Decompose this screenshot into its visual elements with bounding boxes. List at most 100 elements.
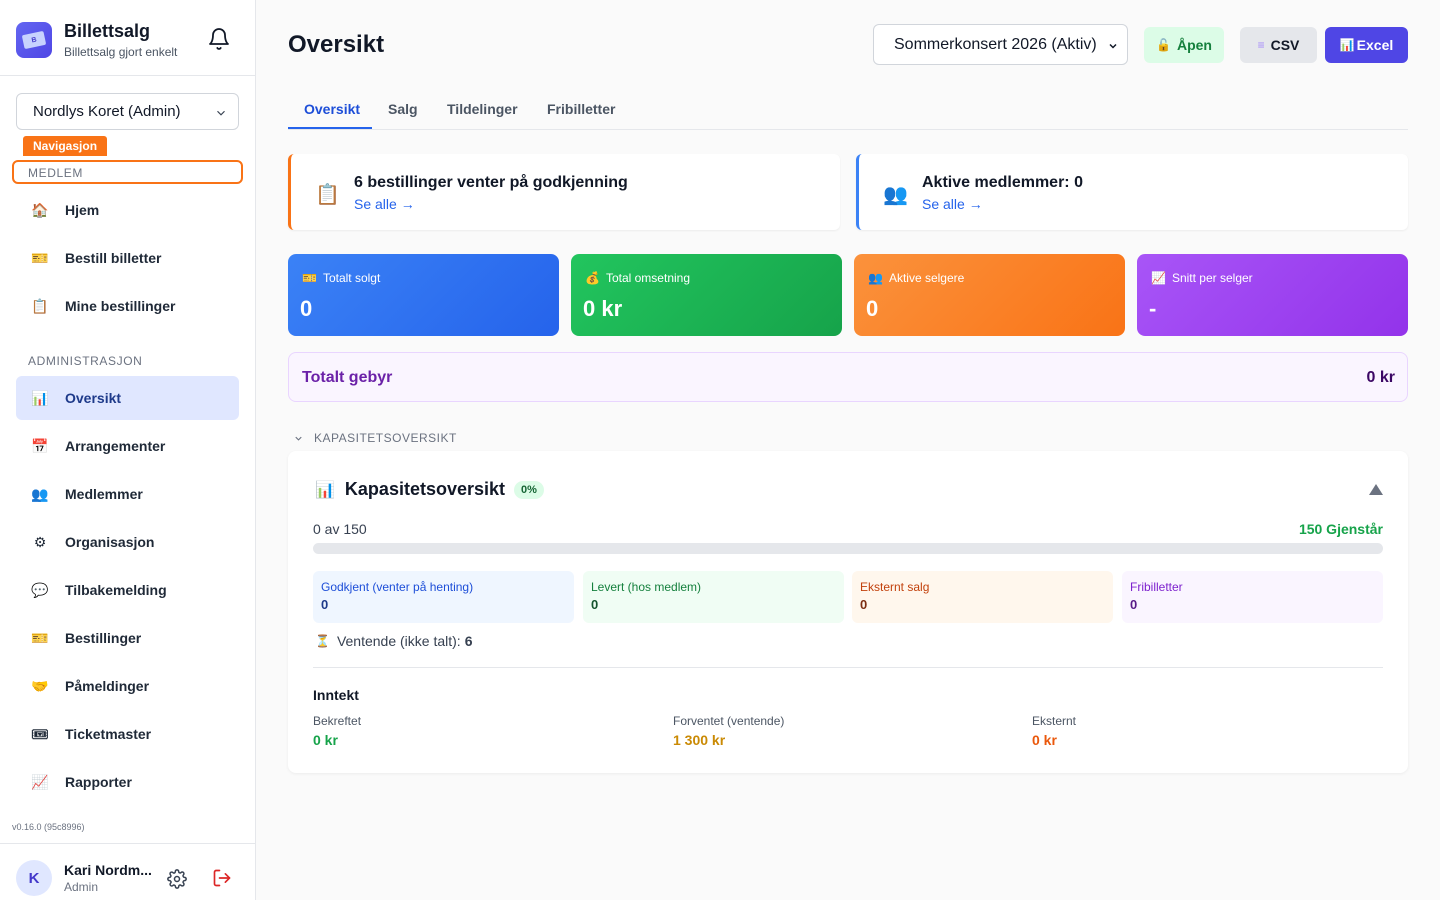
users-icon: 👥 (31, 485, 49, 502)
csv-export-label: CSV (1270, 37, 1300, 53)
waiting-value: 6 (464, 633, 473, 649)
total-fee-value: 0 kr (1366, 369, 1395, 386)
pending-orders-alert: 📋 6 bestillinger venter på godkjenning S… (288, 154, 840, 230)
tab-tildelinger[interactable]: Tildelinger (447, 101, 518, 129)
settings-gear-icon[interactable] (167, 869, 187, 894)
hourglass-icon: ⏳ (315, 634, 330, 648)
income-value: 0 kr (1032, 732, 1057, 748)
bar-chart-icon: 📊 (315, 481, 335, 499)
clipboard-icon: 📋 (315, 184, 340, 206)
ticket-logo-icon: B (16, 22, 52, 58)
gear-icon: ⚙ (33, 533, 47, 550)
capacity-box-value: 0 (1130, 597, 1138, 612)
capacity-card: 📊 Kapasitetsoversikt 0% 0 av 150 150 Gje… (288, 451, 1408, 773)
open-status-label: Åpen (1176, 37, 1212, 53)
sidebar-item-rapporter[interactable]: 📈 Rapporter (16, 760, 239, 804)
capacity-box-free-tickets: Fribilletter 0 (1122, 571, 1383, 623)
capacity-section-toggle[interactable]: KAPASITETSOVERSIKT (293, 431, 457, 445)
capacity-box-value: 0 (321, 597, 329, 612)
brand[interactable]: B Billettsalg Billettsalg gjort enkelt (16, 20, 177, 60)
stat-value: 0 (866, 296, 879, 321)
chevron-down-icon (1109, 43, 1117, 49)
divider (313, 667, 1383, 668)
sidebar-item-pameldinger[interactable]: 🤝 Påmeldinger (16, 664, 239, 708)
active-members-see-all-link[interactable]: Se alle → (922, 196, 983, 212)
capacity-box-approved: Godkjent (venter på henting) 0 (313, 571, 574, 623)
section-label-admin: ADMINISTRASJON (28, 354, 143, 368)
capacity-title: Kapasitetsoversikt (344, 479, 505, 499)
capacity-progress-bar (313, 543, 1383, 554)
total-fee-bar: Totalt gebyr 0 kr (288, 352, 1408, 402)
waiting-label: Ventende (ikke talt): (336, 633, 461, 649)
event-select[interactable]: Sommerkonsert 2026 (Aktiv) (873, 24, 1128, 65)
organization-select-value: Nordlys Koret (Admin) (33, 103, 181, 120)
stat-card-total-sold: 🎫 Totalt solgt 0 (288, 254, 559, 336)
sidebar-item-arrangementer[interactable]: 📅 Arrangementer (16, 424, 239, 468)
bell-icon[interactable] (207, 27, 231, 51)
chevron-down-icon (295, 436, 302, 441)
stat-label: Snitt per selger (1171, 271, 1253, 285)
sidebar-item-label: Medlemmer (65, 486, 143, 502)
brand-subtitle: Billettsalg gjort enkelt (64, 45, 178, 59)
capacity-section-label: KAPASITETSOVERSIKT (314, 431, 457, 445)
sidebar-item-label: Organisasjon (65, 534, 155, 550)
income-label: Forventet (ventende) (673, 714, 785, 728)
tab-oversikt[interactable]: Oversikt (304, 101, 360, 129)
capacity-box-external: Eksternt salg 0 (852, 571, 1113, 623)
sidebar-item-tilbakemelding[interactable]: 💬 Tilbakemelding (16, 568, 239, 612)
pending-orders-see-all-link[interactable]: Se alle → (354, 196, 415, 212)
excel-export-button[interactable]: 📊 Excel (1325, 27, 1408, 63)
sidebar-item-label: Bestillinger (65, 630, 142, 646)
sidebar-item-label: Tilbakemelding (65, 582, 167, 598)
sidebar-item-ticketmaster[interactable]: 🎟 Ticketmaster (16, 712, 239, 756)
page-title: Oversikt (288, 31, 385, 58)
tab-bar: Oversikt Salg Tildelinger Fribilletter (288, 94, 1408, 130)
sidebar-item-mine-bestillinger[interactable]: 📋 Mine bestillinger (16, 284, 239, 328)
income-expected: Forventet (ventende) 1 300 kr (673, 714, 784, 748)
income-value: 1 300 kr (673, 732, 726, 748)
ticket-icon: 🎫 (31, 249, 49, 266)
speech-bubble-icon: 💬 (31, 581, 49, 598)
tab-fribilletter[interactable]: Fribilletter (547, 101, 615, 129)
stat-label: Totalt solgt (322, 271, 381, 285)
stat-value: 0 kr (583, 296, 623, 321)
capacity-box-label: Fribilletter (1130, 580, 1183, 594)
sidebar-item-medlemmer[interactable]: 👥 Medlemmer (16, 472, 239, 516)
csv-export-button[interactable]: ≡ CSV (1240, 27, 1317, 63)
document-icon: ≡ (1257, 38, 1265, 52)
active-members-alert: 👥 Aktive medlemmer: 0 Se alle → (856, 154, 1408, 230)
clipboard-icon: 📋 (31, 297, 49, 314)
ticket-icon: 🎫 (31, 629, 49, 646)
sidebar-item-organisasjon[interactable]: ⚙ Organisasjon (16, 520, 239, 564)
money-bag-icon: 💰 (585, 271, 600, 285)
user-profile[interactable]: K Kari Nordm... Admin (16, 860, 152, 896)
active-members-title: Aktive medlemmer: 0 (922, 174, 1083, 191)
organization-select[interactable]: Nordlys Koret (Admin) (16, 93, 239, 130)
sidebar-item-label: Hjem (65, 202, 100, 218)
trend-chart-icon: 📈 (1151, 271, 1166, 285)
capacity-percent-badge: 0% (514, 480, 544, 499)
sidebar-item-label: Arrangementer (65, 438, 166, 454)
stat-value: 0 (300, 296, 313, 321)
capacity-box-label: Eksternt salg (860, 580, 930, 594)
sidebar-item-label: Rapporter (65, 774, 132, 790)
section-label-member: MEDLEM (28, 166, 83, 180)
sidebar-item-bestill-billetter[interactable]: 🎫 Bestill billetter (16, 236, 239, 280)
capacity-box-value: 0 (860, 597, 868, 612)
sidebar-item-bestillinger[interactable]: 🎫 Bestillinger (16, 616, 239, 660)
navigation-tooltip-badge: Navigasjon (23, 136, 108, 156)
sidebar-item-hjem[interactable]: 🏠 Hjem (16, 188, 239, 232)
sidebar-item-label: Oversikt (65, 390, 122, 406)
logout-icon[interactable] (212, 868, 232, 893)
tab-salg[interactable]: Salg (388, 101, 418, 129)
users-icon: 👥 (883, 184, 908, 206)
sidebar-item-oversikt[interactable]: 📊 Oversikt (16, 376, 239, 420)
capacity-box-value: 0 (591, 597, 599, 612)
open-status-button[interactable]: 🔓 Åpen (1144, 27, 1224, 63)
waiting-count: ⏳ Ventende (ikke talt): 6 (315, 633, 473, 649)
ticket-icon: 🎫 (302, 271, 317, 285)
collapse-triangle-icon[interactable] (1369, 484, 1383, 495)
active-tab-indicator (288, 127, 372, 129)
divider (0, 843, 256, 844)
sidebar: B Billettsalg Billettsalg gjort enkelt N… (0, 0, 256, 900)
